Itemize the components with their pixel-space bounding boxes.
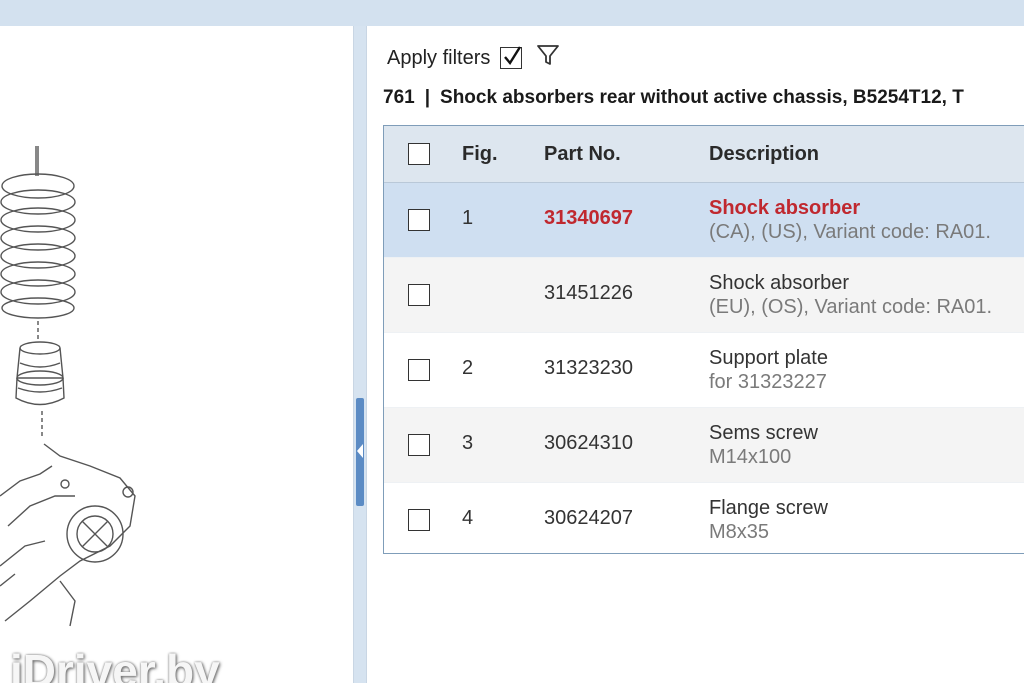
fig-number: 2 (462, 357, 474, 379)
fig-number: 4 (462, 507, 474, 529)
select-all-checkbox[interactable] (408, 143, 430, 165)
part-number-link[interactable]: 31451226 (544, 282, 633, 305)
part-description: Sems screw M14x100 (709, 421, 818, 469)
part-number-link[interactable]: 30624207 (544, 507, 633, 530)
part-number-link[interactable]: 30624310 (544, 432, 633, 455)
part-detail: M14x100 (709, 446, 792, 468)
part-detail: M8x35 (709, 521, 770, 543)
group-number: 761 (383, 87, 415, 108)
group-title-text: Shock absorbers rear without active chas… (440, 87, 964, 108)
row-checkbox[interactable] (408, 284, 430, 306)
row-checkbox[interactable] (408, 359, 430, 381)
part-description: Flange screw M8x35 (709, 496, 828, 544)
table-row[interactable]: 3 30624310 Sems screw M14x100 (384, 408, 1024, 483)
part-name: Flange screw (709, 497, 828, 519)
apply-filters-checkbox[interactable] (500, 46, 523, 69)
column-header-part-no[interactable]: Part No. (544, 143, 621, 166)
select-all-cell (408, 143, 430, 170)
filter-bar: Apply filters (387, 44, 560, 72)
fig-number: 3 (462, 432, 474, 454)
part-description: Shock absorber (CA), (US), Variant code:… (709, 196, 991, 244)
parts-list-pane: Apply filters 761 | Shock absorbers rear w… (366, 26, 1024, 683)
part-detail: (EU), (OS), Variant code: RA01. (709, 296, 993, 318)
row-checkbox[interactable] (408, 509, 430, 531)
part-detail: (CA), (US), Variant code: RA01. (709, 221, 991, 243)
part-name: Sems screw (709, 422, 818, 444)
table-row[interactable]: 4 30624207 Flange screw M8x35 (384, 483, 1024, 553)
apply-filters-label: Apply filters (387, 46, 491, 69)
part-name: Shock absorber (709, 197, 861, 219)
row-checkbox[interactable] (408, 209, 430, 231)
table-header: Fig. Part No. Description (384, 126, 1024, 183)
table-row[interactable]: 2 31323230 Support plate for 31323227 (384, 333, 1024, 408)
part-description: Support plate for 31323227 (709, 346, 828, 394)
part-detail: for 31323227 (709, 371, 827, 393)
column-header-fig[interactable]: Fig. (462, 143, 498, 166)
fig-number: 1 (462, 207, 474, 229)
part-description: Shock absorber (EU), (OS), Variant code:… (709, 271, 992, 319)
parts-table: Fig. Part No. Description 1 31340697 Sho… (383, 125, 1024, 554)
table-row[interactable]: 1 31340697 Shock absorber (CA), (US), Va… (384, 183, 1024, 258)
splitter-handle[interactable] (356, 398, 364, 506)
checkmark-icon (504, 46, 522, 66)
funnel-icon[interactable] (536, 43, 560, 73)
watermark-logo: iDriver.by (10, 645, 220, 683)
group-title: 761 | Shock absorbers rear without active … (383, 87, 1023, 109)
table-row[interactable]: 31451226 Shock absorber (EU), (OS), Vari… (384, 258, 1024, 333)
pane-splitter[interactable] (354, 26, 366, 683)
part-name: Shock absorber (709, 272, 850, 294)
collapse-left-icon (357, 444, 363, 458)
part-number-link[interactable]: 31323230 (544, 357, 633, 380)
parts-catalog-window: iDriver.by Apply filters 761 | Shock absor… (0, 0, 1024, 683)
top-bar (0, 0, 1024, 26)
part-number-link[interactable]: 31340697 (544, 207, 633, 230)
suspension-exploded-drawing (0, 146, 136, 627)
exploded-view-pane[interactable]: iDriver.by (0, 26, 354, 683)
group-separator: | (424, 87, 431, 108)
column-header-description[interactable]: Description (709, 143, 819, 166)
part-name: Support plate (709, 347, 828, 369)
row-checkbox[interactable] (408, 434, 430, 456)
